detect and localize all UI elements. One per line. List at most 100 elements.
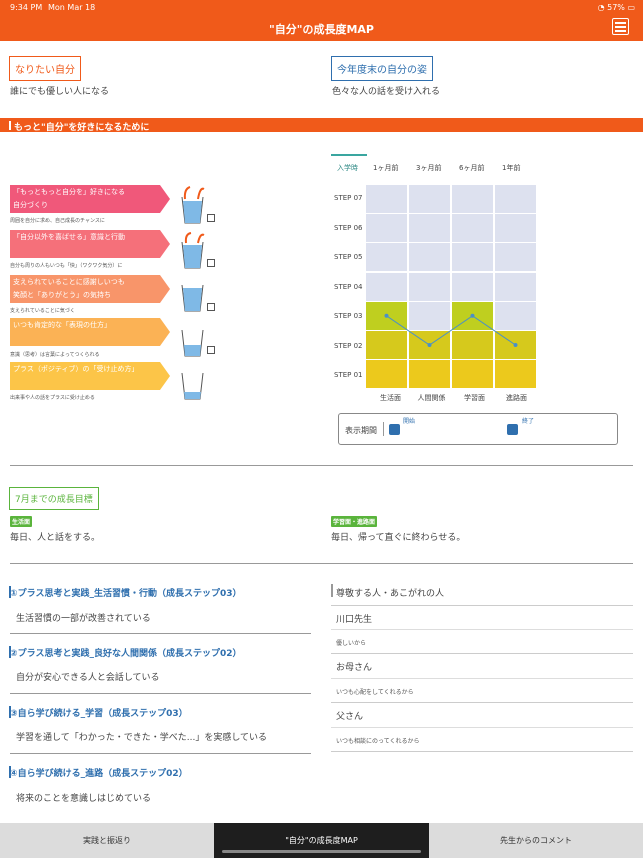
year-end-text: 色々な人の話を受け入れる (332, 87, 441, 97)
status-right: ◔ 57% ▭ (598, 3, 635, 12)
respect-heading: 尊敬する人・あこがれの人 (336, 589, 445, 599)
tab-enrollment[interactable]: 入学時 (337, 163, 358, 173)
step-label: STEP 01 (334, 371, 363, 379)
tab-6-months[interactable]: 6ヶ月前 (459, 163, 484, 173)
divider (331, 629, 633, 630)
step-sub: 周囲を自分に求め、自己成長のチャンスに (10, 218, 105, 224)
category-tag: 生活面 (10, 516, 33, 527)
series-line (386, 315, 516, 346)
step-sub: 意識（思考）は言葉によってつくられる (10, 352, 100, 358)
category-label: 人間関係 (417, 394, 446, 402)
home-indicator (222, 850, 421, 853)
step-arrow-text: 支えられていることに感謝しいつも (13, 278, 125, 286)
divider (331, 605, 633, 606)
practice-body: 生活習慣の一部が改善されている (16, 614, 151, 624)
step-arrow-text: 「もっともっと自分を」好きになる (13, 188, 125, 196)
page-title: "自分"の成長度MAP (269, 23, 374, 36)
category-label: 学習面 (464, 394, 485, 402)
divider (331, 653, 633, 654)
divider (10, 563, 633, 564)
respect-person-name: 川口先生 (336, 615, 373, 625)
step-arrow-5: プラス（ポジティブ）の「受け止め方」 (10, 362, 170, 390)
divider (331, 727, 633, 728)
divider (10, 753, 311, 754)
respect-person-reason: いつも心配をしてくれるから (336, 689, 414, 696)
low-cup-icon (181, 372, 204, 400)
step-label: STEP 07 (334, 194, 363, 202)
practice-title[interactable]: ②プラス思考と実践_良好な人間関係（成長ステップ02） (8, 646, 241, 659)
wifi-icon: ◔ (597, 3, 608, 12)
goal-text: 誰にでも優しい人になる (10, 87, 110, 97)
overflowing-cup-icon (181, 186, 205, 224)
step-sub: 自分も周りの人もいつも「快」（ワクワク気分）に (10, 263, 123, 269)
category-label: 進路面 (506, 394, 527, 402)
start-calendar-icon[interactable] (389, 424, 400, 435)
start-label: 開始 (403, 418, 416, 425)
practice-body: 将来のことを意識しはじめている (16, 794, 152, 804)
step-arrow-text: いつも肯定的な「表現の仕方」 (13, 321, 111, 329)
category-tag: 学習面・進路面 (331, 516, 378, 527)
battery-percent: 57% (607, 3, 625, 12)
step-label: STEP 02 (334, 342, 363, 350)
step-arrow-text: 笑顔と「ありがとう」の気持ち (13, 291, 111, 299)
step-label: STEP 06 (334, 224, 363, 232)
step-arrow-3: 支えられていることに感謝しいつも 笑顔と「ありがとう」の気持ち (10, 275, 170, 303)
battery-icon: ▭ (627, 3, 635, 12)
overflowing-cup-icon (181, 232, 205, 269)
bottom-tab-bar: 実践と振返り "自分"の成長度MAP 先生からのコメント (0, 823, 643, 858)
tab-3-months[interactable]: 3ヶ月前 (416, 163, 441, 173)
goal-label: なりたい自分 (9, 56, 81, 81)
growth-line (384, 313, 518, 347)
practice-title[interactable]: ①プラス思考と実践_生活習慣・行動（成長ステップ03） (8, 586, 241, 599)
respect-person-reason: いつも相談にのってくれるから (336, 738, 420, 745)
practice-body: 自分が安心できる人と会話している (16, 673, 160, 683)
divider (10, 633, 311, 634)
data-point (427, 343, 432, 347)
step-arrow-1: 「もっともっと自分を」好きになる 自分づくり (10, 185, 170, 213)
step-arrow-2: 「自分以外を喜ばせる」意識と行動 (10, 230, 170, 258)
end-calendar-icon[interactable] (507, 424, 518, 435)
step-arrow-text: 「自分以外を喜ばせる」意識と行動 (13, 233, 125, 241)
july-goal-right: 毎日、帰って直ぐに終わらせる。 (331, 533, 466, 543)
july-goal-label: 7月までの成長目標 (9, 487, 99, 510)
status-date: Mon Mar 18 (48, 3, 96, 12)
practice-body: 学習を通して「わかった・できた・学べた...」を実感している (16, 733, 268, 743)
open-detail-icon[interactable] (207, 259, 215, 267)
data-point (384, 313, 389, 318)
half-cup-icon (181, 329, 204, 357)
tab-teacher-comments[interactable]: 先生からのコメント (429, 823, 643, 858)
active-tab-indicator (331, 154, 367, 156)
divider (10, 693, 311, 694)
tab-practice-review[interactable]: 実践と振返り (0, 823, 214, 858)
open-detail-icon[interactable] (207, 214, 215, 222)
tab-1-year[interactable]: 1年前 (502, 163, 520, 173)
step-label: STEP 05 (334, 253, 363, 261)
display-period-box: 表示期間 開始 終了 (338, 413, 618, 445)
respect-person-reason: 優しいから (336, 640, 367, 647)
step-arrow-4: いつも肯定的な「表現の仕方」 (10, 318, 170, 346)
status-time: 9:34 PM (10, 3, 43, 12)
section-banner: もっと"自分"を好きになるために (0, 118, 643, 133)
display-period-label: 表示期間 (345, 426, 377, 435)
year-end-label: 今年度末の自分の姿 (331, 56, 433, 81)
open-detail-icon[interactable] (207, 346, 215, 354)
data-point (513, 343, 518, 347)
end-label: 終了 (522, 418, 535, 425)
july-goal-left: 毎日、人と話をする。 (10, 533, 101, 543)
open-detail-icon[interactable] (207, 303, 215, 311)
step-arrow-text: 自分づくり (13, 201, 48, 209)
practice-title[interactable]: ④自ら学び続ける_進路（成長ステップ02） (9, 766, 188, 779)
practice-title[interactable]: ③自ら学び続ける_学習（成長ステップ03） (9, 706, 188, 719)
step-arrow-text: プラス（ポジティブ）の「受け止め方」 (13, 365, 139, 373)
respect-person-name: 父さん (336, 712, 364, 722)
status-bar: 9:34 PM Mon Mar 18 ◔ 57% ▭ (0, 0, 643, 16)
divider (331, 751, 633, 752)
app-header: "自分"の成長度MAP (0, 16, 643, 41)
respect-person-name: お母さん (336, 663, 373, 673)
category-label: 生活面 (380, 394, 401, 402)
tab-1-month[interactable]: 1ヶ月前 (373, 163, 398, 173)
menu-icon[interactable] (612, 18, 629, 35)
step-sub: 支えられていることに気づく (10, 308, 75, 314)
full-cup-icon (181, 284, 204, 312)
step-label: STEP 03 (334, 312, 363, 320)
